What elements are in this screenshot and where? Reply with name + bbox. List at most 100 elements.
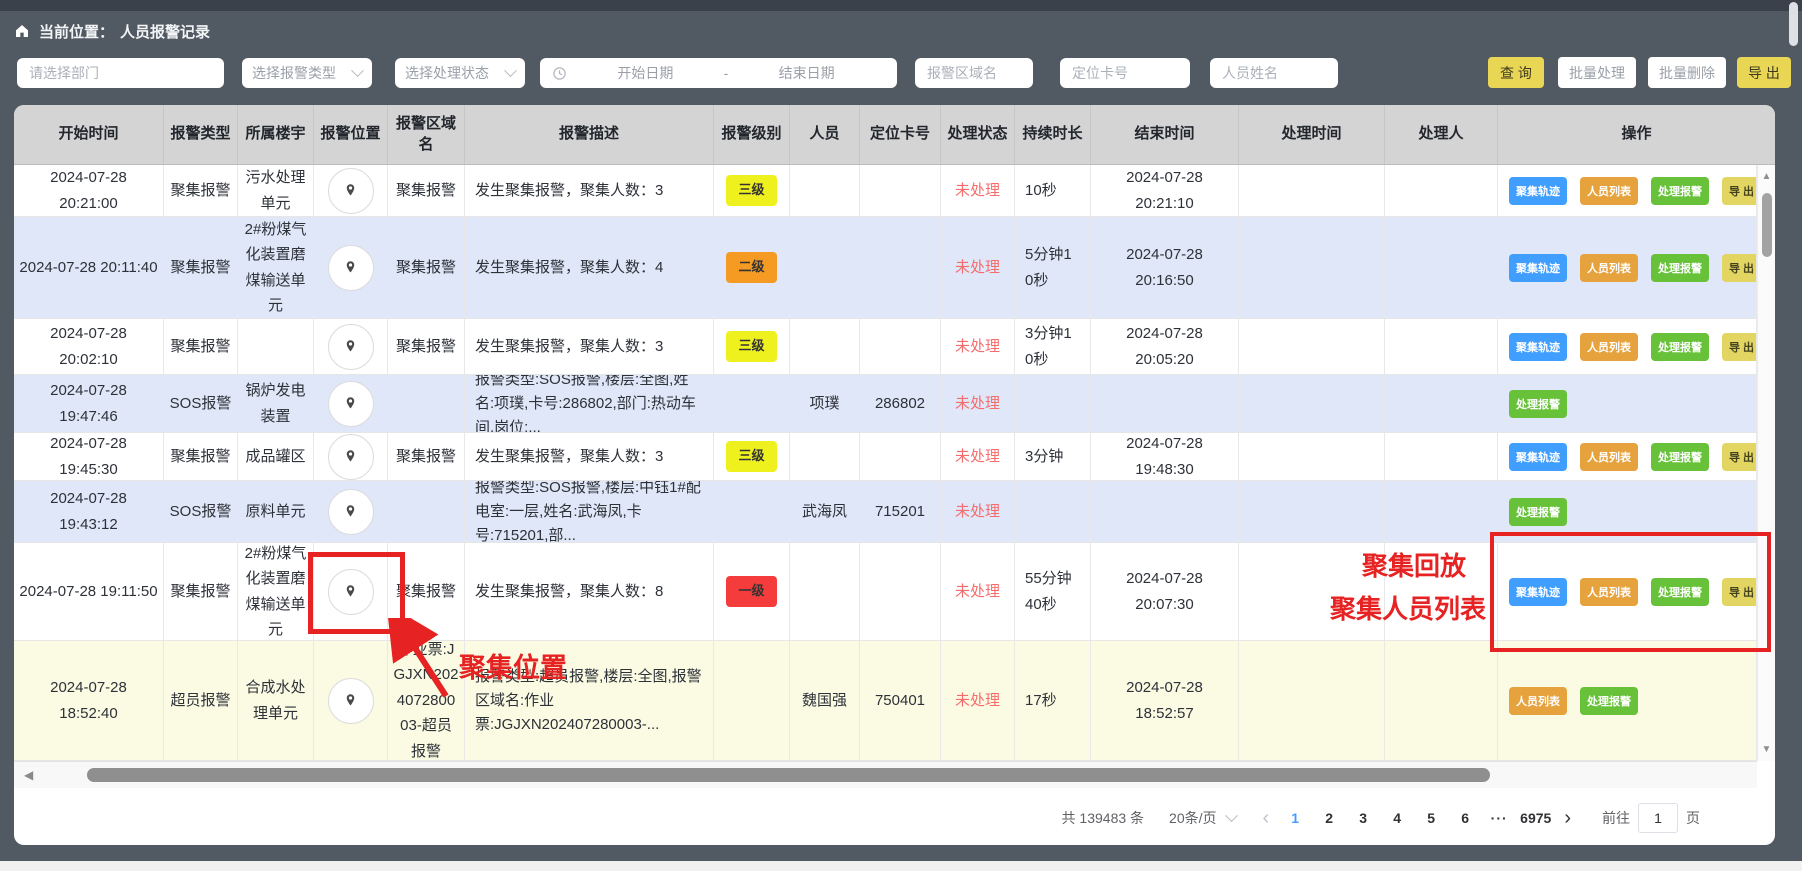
action-button-process[interactable]: 处理报警 <box>1651 333 1709 361</box>
goto-page-input[interactable] <box>1638 803 1678 833</box>
location-pin-icon[interactable] <box>328 168 374 214</box>
cell-alarm_type: 聚集报警 <box>164 319 238 374</box>
action-button-track[interactable]: 聚集轨迹 <box>1509 443 1567 471</box>
query-button[interactable]: 查 询 <box>1488 57 1544 88</box>
action-button-personList[interactable]: 人员列表 <box>1580 443 1638 471</box>
prev-page-button[interactable]: ‹ <box>1263 807 1270 830</box>
vertical-scrollbar-thumb[interactable] <box>1762 193 1772 257</box>
column-header-process_time: 处理时间 <box>1239 105 1385 164</box>
action-button-process[interactable]: 处理报警 <box>1651 177 1709 205</box>
action-button-personList[interactable]: 人员列表 <box>1580 578 1638 606</box>
chevron-down-icon <box>351 64 364 77</box>
action-button-process[interactable]: 处理报警 <box>1509 390 1567 418</box>
page-size-select[interactable]: 20条/页 <box>1169 808 1235 828</box>
cell-actions: 处理报警 <box>1498 481 1757 542</box>
export-button[interactable]: 导 出 <box>1737 57 1791 88</box>
process-status-select[interactable]: 选择处理状态 <box>395 58 525 88</box>
cell-duration: 17秒 <box>1015 641 1091 760</box>
page-number-2[interactable]: 2 <box>1316 810 1342 826</box>
action-button-export[interactable]: 导 出 <box>1722 443 1757 471</box>
cell-level: 三级 <box>714 319 790 374</box>
alarm-type-select[interactable]: 选择报警类型 <box>242 58 372 88</box>
page-number-5[interactable]: 5 <box>1418 810 1444 826</box>
cell-duration: 3分钟10秒 <box>1015 319 1091 374</box>
column-header-area_name: 报警区域名 <box>388 105 465 164</box>
action-button-export[interactable]: 导 出 <box>1722 177 1757 205</box>
cell-person <box>790 319 860 374</box>
end-date-placeholder: 结束日期 <box>728 63 885 83</box>
scroll-left-icon[interactable]: ◀ <box>24 768 33 782</box>
action-button-track[interactable]: 聚集轨迹 <box>1509 254 1567 282</box>
cell-card_no: 750401 <box>860 641 941 760</box>
action-button-process[interactable]: 处理报警 <box>1651 443 1709 471</box>
page-number-4[interactable]: 4 <box>1384 810 1410 826</box>
action-button-personList[interactable]: 人员列表 <box>1580 254 1638 282</box>
cell-processor <box>1385 165 1498 216</box>
status-text: 未处理 <box>955 499 1000 525</box>
location-pin-icon[interactable] <box>328 324 374 370</box>
action-button-track[interactable]: 聚集轨迹 <box>1509 578 1567 606</box>
cell-process_time <box>1239 319 1385 374</box>
action-button-track[interactable]: 聚集轨迹 <box>1509 177 1567 205</box>
cell-area_name <box>388 481 465 542</box>
department-input[interactable] <box>17 58 224 88</box>
cell-level <box>714 641 790 760</box>
cell-process_time <box>1239 433 1385 480</box>
page-number-3[interactable]: 3 <box>1350 810 1376 826</box>
action-button-export[interactable]: 导 出 <box>1722 333 1757 361</box>
action-button-export[interactable]: 导 出 <box>1722 254 1757 282</box>
action-button-process[interactable]: 处理报警 <box>1651 578 1709 606</box>
cell-end_time: 2024-07-28 20:16:50 <box>1091 217 1239 318</box>
cell-actions: 聚集轨迹人员列表处理报警导 出 <box>1498 543 1757 640</box>
cell-description: 发生聚集报警，聚集人数：3 <box>465 165 714 216</box>
cell-level <box>714 481 790 542</box>
action-button-personList[interactable]: 人员列表 <box>1580 333 1638 361</box>
location-pin-icon[interactable] <box>328 569 374 615</box>
location-pin-icon[interactable] <box>328 489 374 535</box>
column-header-description: 报警描述 <box>465 105 714 164</box>
location-pin-icon[interactable] <box>328 678 374 724</box>
page-number-6975[interactable]: 6975 <box>1520 810 1551 826</box>
horizontal-scrollbar-thumb[interactable] <box>87 768 1490 782</box>
batch-process-button[interactable]: 批量处理 <box>1558 57 1636 88</box>
location-pin-icon[interactable] <box>328 434 374 480</box>
cell-level <box>714 375 790 432</box>
cell-process_time <box>1239 641 1385 760</box>
action-button-personList[interactable]: 人员列表 <box>1580 177 1638 205</box>
cell-process_time <box>1239 217 1385 318</box>
horizontal-scrollbar[interactable]: ◀ <box>14 761 1757 788</box>
page-title: 人员报警记录 <box>120 21 210 42</box>
next-page-button[interactable]: › <box>1564 807 1571 830</box>
cell-end_time: 2024-07-28 20:05:20 <box>1091 319 1239 374</box>
location-pin-icon[interactable] <box>328 245 374 291</box>
person-name-input[interactable] <box>1210 58 1338 88</box>
card-no-input[interactable] <box>1060 58 1190 88</box>
action-button-track[interactable]: 聚集轨迹 <box>1509 333 1567 361</box>
date-range-picker[interactable]: 开始日期 - 结束日期 <box>540 58 897 88</box>
status-text: 未处理 <box>955 255 1000 281</box>
cell-area_name: 聚集报警 <box>388 543 465 640</box>
action-button-process[interactable]: 处理报警 <box>1651 254 1709 282</box>
cell-area_name: 聚集报警 <box>388 217 465 318</box>
action-button-personList[interactable]: 人员列表 <box>1509 687 1567 715</box>
vertical-scrollbar[interactable]: ▲ ▼ <box>1757 165 1775 761</box>
batch-delete-button[interactable]: 批量删除 <box>1648 57 1726 88</box>
page-number-1[interactable]: 1 <box>1282 810 1308 826</box>
cell-duration: 3分钟 <box>1015 433 1091 480</box>
top-strip <box>0 0 1802 11</box>
total-count: 共 139483 条 <box>1062 808 1145 828</box>
action-button-process[interactable]: 处理报警 <box>1509 498 1567 526</box>
action-button-export[interactable]: 导 出 <box>1722 578 1757 606</box>
cell-processor <box>1385 641 1498 760</box>
page-number-6[interactable]: 6 <box>1452 810 1478 826</box>
area-name-input[interactable] <box>915 58 1033 88</box>
location-pin-icon[interactable] <box>328 381 374 427</box>
scroll-down-icon[interactable]: ▼ <box>1758 744 1775 755</box>
cell-building: 锅炉发电装置 <box>238 375 314 432</box>
status-text: 未处理 <box>955 579 1000 605</box>
page-scrollbar-thumb[interactable] <box>1789 2 1798 46</box>
alarm-type-placeholder: 选择报警类型 <box>252 63 336 83</box>
column-header-building: 所属楼宇 <box>238 105 314 164</box>
scroll-up-icon[interactable]: ▲ <box>1758 171 1775 182</box>
action-button-process[interactable]: 处理报警 <box>1580 687 1638 715</box>
